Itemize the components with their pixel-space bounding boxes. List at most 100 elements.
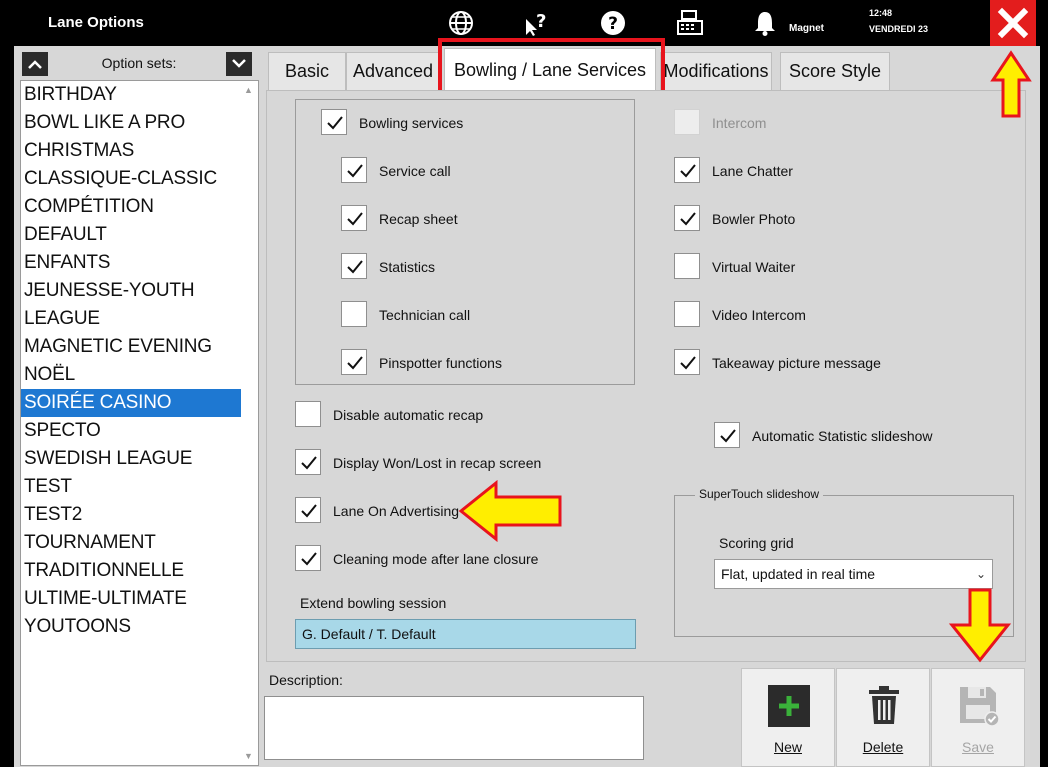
technician-call-checkbox[interactable] [341,301,367,327]
checkmark-icon [347,356,363,370]
tab-modifications[interactable]: Modifications [660,52,772,90]
statistics-checkbox[interactable] [341,253,367,279]
option-set-item[interactable]: BIRTHDAY [21,81,258,109]
recap-sheet-label: Recap sheet [379,211,458,227]
window-title: Lane Options [48,14,144,31]
checkmark-icon [301,552,317,566]
service-call-checkbox[interactable] [341,157,367,183]
technician-call-label: Technician call [379,307,471,323]
cash-register-icon[interactable] [674,7,706,39]
disable-auto-recap-checkbox[interactable] [295,401,321,427]
option-set-item[interactable]: TEST [21,473,258,501]
checkmark-icon [347,212,363,226]
close-icon [997,7,1029,39]
scroll-down-icon[interactable]: ▼ [244,751,253,761]
option-set-item[interactable]: ULTIME-ULTIMATE [21,585,258,613]
option-set-item[interactable]: ENFANTS [21,249,258,277]
globe-icon[interactable] [445,7,477,39]
option-set-item[interactable]: TOURNAMENT [21,529,258,557]
option-set-item[interactable]: TRADITIONNELLE [21,557,258,585]
tab-basic[interactable]: Basic [268,52,346,90]
extend-session-field[interactable]: G. Default / T. Default [295,619,636,649]
option-set-item[interactable]: JEUNESSE-YOUTH [21,277,258,305]
checkmark-icon [680,212,696,226]
tab-advanced[interactable]: Advanced [346,52,440,90]
delete-button[interactable]: Delete [836,668,930,767]
svg-text:?: ? [608,14,618,34]
tab-score-style[interactable]: Score Style [780,52,890,90]
help-icon[interactable]: ? [597,7,629,39]
new-button-label: New [773,739,802,755]
option-sets-panel: Option sets: BIRTHDAY BOWL LIKE A PRO CHRI… [14,46,264,767]
save-icon [958,685,1000,727]
save-button-label: Save [962,739,994,755]
option-set-item[interactable]: SOIRÉE CASINO [21,389,258,417]
chevron-up-icon [28,60,42,69]
option-set-item[interactable]: YOUTOONS [21,613,258,641]
save-button[interactable]: Save [931,668,1025,767]
pinspotter-functions-checkbox[interactable] [341,349,367,375]
option-set-item[interactable]: BOWL LIKE A PRO [21,109,258,137]
option-sets-down-button[interactable] [226,52,252,76]
option-set-item[interactable]: CLASSIQUE-CLASSIC [21,165,258,193]
bowling-services-label: Bowling services [359,115,464,131]
checkmark-icon [301,504,317,518]
option-sets-list[interactable]: BIRTHDAY BOWL LIKE A PRO CHRISTMAS CLASSIQU… [20,80,259,766]
option-sets-up-button[interactable] [22,52,48,76]
scoring-grid-value: Flat, updated in real time [721,566,876,582]
trash-icon [863,685,905,727]
checkmark-icon [327,116,343,130]
option-set-item[interactable]: CHRISTMAS [21,137,258,165]
clock-time: 12:48 [869,8,893,18]
auto-statistic-slideshow-checkbox[interactable] [714,422,740,448]
option-set-item[interactable]: COMPÉTITION [21,193,258,221]
cleaning-mode-label: Cleaning mode after lane closure [333,551,539,567]
intercom-checkbox [674,109,700,135]
lane-on-advertising-checkbox[interactable] [295,497,321,523]
scroll-up-icon[interactable]: ▲ [244,85,253,95]
bowling-services-group [295,99,635,385]
plus-icon [768,685,810,727]
intercom-label: Intercom [712,115,767,131]
cleaning-mode-checkbox[interactable] [295,545,321,571]
supertouch-title: SuperTouch slideshow [695,487,824,501]
scoring-grid-select[interactable]: Flat, updated in real time ⌄ [714,559,993,589]
bell-icon[interactable] [749,7,781,39]
option-set-item[interactable]: NOËL [21,361,258,389]
tab-content: Bowling services Service call Recap shee… [266,90,1026,662]
new-button[interactable]: New [741,668,835,767]
option-set-item[interactable]: SWEDISH LEAGUE [21,445,258,473]
option-set-item[interactable]: DEFAULT [21,221,258,249]
description-input[interactable] [264,696,644,760]
lane-chatter-checkbox[interactable] [674,157,700,183]
pointer-help-icon[interactable]: ? [521,7,553,39]
option-sets-scrollbar[interactable]: ▲ ▼ [241,81,258,765]
option-sets-label: Option sets: [101,55,177,71]
recap-sheet-checkbox[interactable] [341,205,367,231]
video-intercom-checkbox[interactable] [674,301,700,327]
statistics-label: Statistics [379,259,436,275]
option-set-item[interactable]: LEAGUE [21,305,258,333]
svg-text:?: ? [536,11,546,32]
clock-date: VENDREDI 23 [869,24,929,34]
bowling-services-checkbox[interactable] [321,109,347,135]
option-set-item[interactable]: SPECTO [21,417,258,445]
chevron-down-icon [232,59,246,68]
checkmark-icon [347,260,363,274]
tab-bowling-lane-services[interactable]: Bowling / Lane Services [444,48,656,92]
virtual-waiter-checkbox[interactable] [674,253,700,279]
bowler-photo-checkbox[interactable] [674,205,700,231]
title-bar: Lane Options ? ? Magnet 12:48 VENDREDI 2… [0,0,1048,46]
main-panel: Basic Advanced Bowling / Lane Services M… [264,38,1040,767]
disable-auto-recap-label: Disable automatic recap [333,407,484,423]
close-button[interactable] [990,0,1036,46]
takeaway-picture-checkbox[interactable] [674,349,700,375]
display-won-lost-label: Display Won/Lost in recap screen [333,455,542,471]
display-won-lost-checkbox[interactable] [295,449,321,475]
option-set-item[interactable]: TEST2 [21,501,258,529]
lane-chatter-label: Lane Chatter [712,163,793,179]
option-set-item[interactable]: MAGNETIC EVENING [21,333,258,361]
video-intercom-label: Video Intercom [712,307,806,323]
bowler-photo-label: Bowler Photo [712,211,796,227]
lane-on-advertising-label: Lane On Advertising [333,503,460,519]
